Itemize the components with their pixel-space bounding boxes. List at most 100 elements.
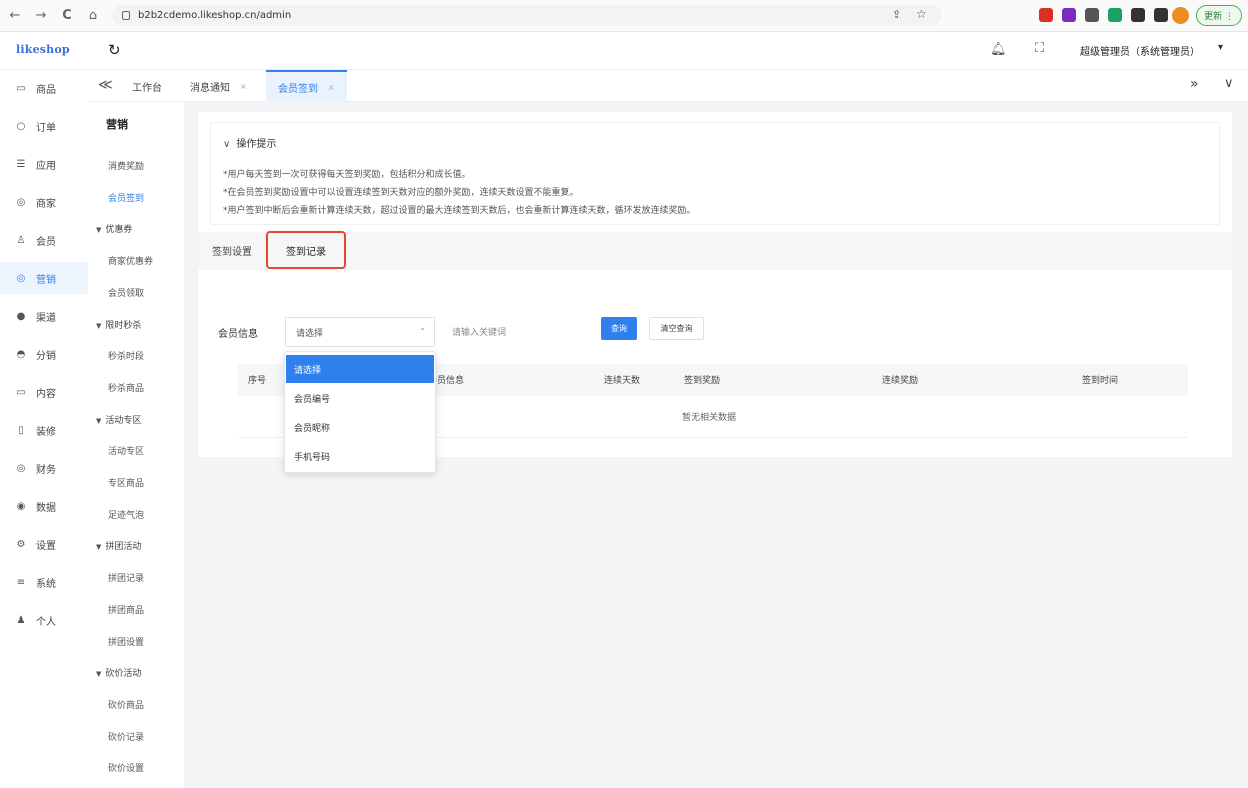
extension-icon[interactable] [1154, 8, 1168, 22]
sidebar-item[interactable]: ⚙ 设置 [0, 528, 88, 560]
collapse-sidebar-icon[interactable]: ≪ [98, 77, 113, 93]
dropdown-option[interactable]: 会员昵称 [286, 413, 434, 441]
submenu-item[interactable]: 消费奖励 [108, 159, 144, 172]
sidebar-item-label: 内容 [36, 388, 56, 400]
sidebar-icon: ♙ [16, 234, 26, 246]
submenu-group[interactable]: ▼ 砍价活动 [96, 666, 141, 679]
lock-icon [122, 11, 130, 20]
extension-icon[interactable] [1131, 8, 1145, 22]
sidebar-icon: ▭ [16, 82, 26, 94]
home-icon[interactable]: ⌂ [82, 5, 104, 27]
sidebar-item[interactable]: ▭ 内容 [0, 376, 88, 408]
submenu-item[interactable]: 秒杀时段 [108, 349, 144, 362]
submenu-item[interactable]: 拼团设置 [108, 635, 144, 648]
sidebar-item[interactable]: ☰ 应用 [0, 148, 88, 180]
column-header: 序号 [248, 376, 267, 386]
sidebar-item[interactable]: ◎ 财务 [0, 452, 88, 484]
keyword-placeholder: 请输入关键词 [452, 328, 507, 338]
share-icon[interactable]: ⇪ [892, 8, 901, 21]
tabs-more-icon[interactable]: ∨ [1224, 76, 1234, 91]
sidebar-item[interactable]: ◎ 营销 [0, 262, 88, 294]
page-tab[interactable]: 会员签到 × [266, 70, 347, 102]
sidebar-item-label: 应用 [36, 160, 56, 172]
submenu-item[interactable]: 拼团记录 [108, 571, 144, 584]
marketing-submenu: 营销 消费奖励 会员签到 ▼ 优惠券 商家优惠券 会员领取 ▼ 限时秒杀 秒杀时段 秒杀商品 ▼ 活动… [88, 102, 184, 788]
submenu-group-label: 砍价活动 [105, 669, 142, 680]
submenu-group[interactable]: ▼ 拼团活动 [96, 539, 141, 552]
forward-arrow-icon[interactable]: → [30, 5, 52, 27]
member-info-dropdown: 请选择 会员编号 会员昵称 手机号码 [284, 351, 436, 473]
fullscreen-icon[interactable]: ⛶ [1035, 41, 1044, 56]
admin-caret-icon[interactable]: ▾ [1218, 42, 1223, 53]
submenu-item[interactable]: 拼团商品 [108, 603, 144, 616]
page-tab-label: 消息通知 [190, 82, 230, 94]
sidebar-item[interactable]: ♟ 个人 [0, 604, 88, 636]
submenu-item[interactable]: 砍价记录 [108, 730, 144, 743]
tips-header[interactable]: ∨ 操作提示 [223, 135, 276, 150]
refresh-icon[interactable]: ↻ [108, 41, 121, 59]
member-info-select[interactable]: 请选择 ⌃ [285, 317, 435, 347]
address-bar[interactable]: b2b2cdemo.likeshop.cn/admin [112, 5, 942, 26]
extension-icon[interactable] [1039, 8, 1053, 22]
submenu-item[interactable]: 会员领取 [108, 286, 144, 299]
reset-button[interactable]: 清空查询 [649, 317, 704, 340]
submenu-item[interactable]: 商家优惠券 [108, 254, 153, 267]
operation-tips: ∨ 操作提示 *用户每天签到一次可获得每天签到奖励，包括积分和成长值。 *在会员签… [210, 122, 1220, 225]
column-header: 连续天数 [604, 376, 641, 386]
close-icon[interactable]: × [328, 83, 335, 92]
submenu-item[interactable]: 活动专区 [108, 444, 144, 457]
submenu-group[interactable]: ▼ 活动专区 [96, 413, 141, 426]
submenu-group-label: 活动专区 [105, 415, 142, 426]
sidebar-item[interactable]: ♙ 会员 [0, 224, 88, 256]
sidebar-item[interactable]: ▯ 装修 [0, 414, 88, 446]
select-placeholder: 请选择 [296, 329, 324, 339]
sidebar-item-label: 系统 [36, 578, 56, 590]
caret-down-icon: ▼ [96, 226, 102, 235]
submenu-group[interactable]: ▼ 限时秒杀 [96, 318, 141, 331]
sidebar-item[interactable]: ● 渠道 [0, 300, 88, 332]
submenu-group[interactable]: ▼ 优惠券 [96, 222, 132, 235]
sidebar-item-label: 财务 [36, 464, 56, 476]
caret-down-icon: ▼ [96, 416, 102, 425]
extension-icon[interactable] [1062, 8, 1076, 22]
page-tab[interactable]: 消息通知 × [178, 70, 259, 102]
sidebar-item[interactable]: ◎ 商家 [0, 186, 88, 218]
close-icon[interactable]: × [240, 82, 247, 91]
admin-name[interactable]: 超级管理员（系统管理员） [1080, 43, 1200, 58]
sidebar-item[interactable]: ≡ 系统 [0, 566, 88, 598]
column-header: 签到时间 [1082, 376, 1119, 386]
reload-icon[interactable]: C [56, 5, 78, 27]
tabs-next-icon[interactable]: » [1190, 76, 1199, 92]
dropdown-option[interactable]: 请选择 [286, 355, 434, 383]
submenu-item[interactable]: 砍价商品 [108, 698, 144, 711]
sidebar-item[interactable]: ▭ 商品 [0, 72, 88, 104]
extension-icon[interactable] [1085, 8, 1099, 22]
submenu-group-label: 限时秒杀 [105, 320, 142, 331]
caret-down-icon: ▼ [96, 321, 102, 330]
query-button[interactable]: 查询 [601, 317, 637, 340]
submenu-group-label: 拼团活动 [105, 542, 142, 553]
extension-icon[interactable] [1108, 8, 1122, 22]
back-arrow-icon[interactable]: ← [4, 5, 26, 27]
bookmark-star-icon[interactable]: ☆ [916, 7, 927, 21]
submenu-item[interactable]: 足迹气泡 [108, 508, 144, 521]
column-header: 连续奖励 [882, 376, 919, 386]
dropdown-option[interactable]: 手机号码 [286, 442, 434, 470]
update-button[interactable]: 更新 ⋮ [1196, 5, 1242, 26]
submenu-item[interactable]: 砍价设置 [108, 761, 144, 774]
tab-sign-settings[interactable]: 签到设置 [212, 243, 252, 258]
sidebar-item[interactable]: ◓ 分销 [0, 338, 88, 370]
submenu-item[interactable]: 会员签到 [108, 191, 144, 204]
submenu-item[interactable]: 专区商品 [108, 476, 144, 489]
bell-icon[interactable]: 🔔︎ [990, 42, 1007, 57]
sidebar-item[interactable]: ◉ 数据 [0, 490, 88, 522]
keyword-input[interactable]: 请输入关键词 [444, 317, 589, 347]
page-tab[interactable]: 工作台 [120, 70, 174, 102]
sidebar-icon: ○ [16, 120, 26, 132]
profile-avatar[interactable] [1172, 7, 1189, 24]
dropdown-option[interactable]: 会员编号 [286, 384, 434, 412]
sidebar-item[interactable]: ○ 订单 [0, 110, 88, 142]
sidebar-icon: ◉ [16, 500, 26, 512]
submenu-item[interactable]: 秒杀商品 [108, 381, 144, 394]
caret-down-icon: ▼ [96, 670, 102, 679]
